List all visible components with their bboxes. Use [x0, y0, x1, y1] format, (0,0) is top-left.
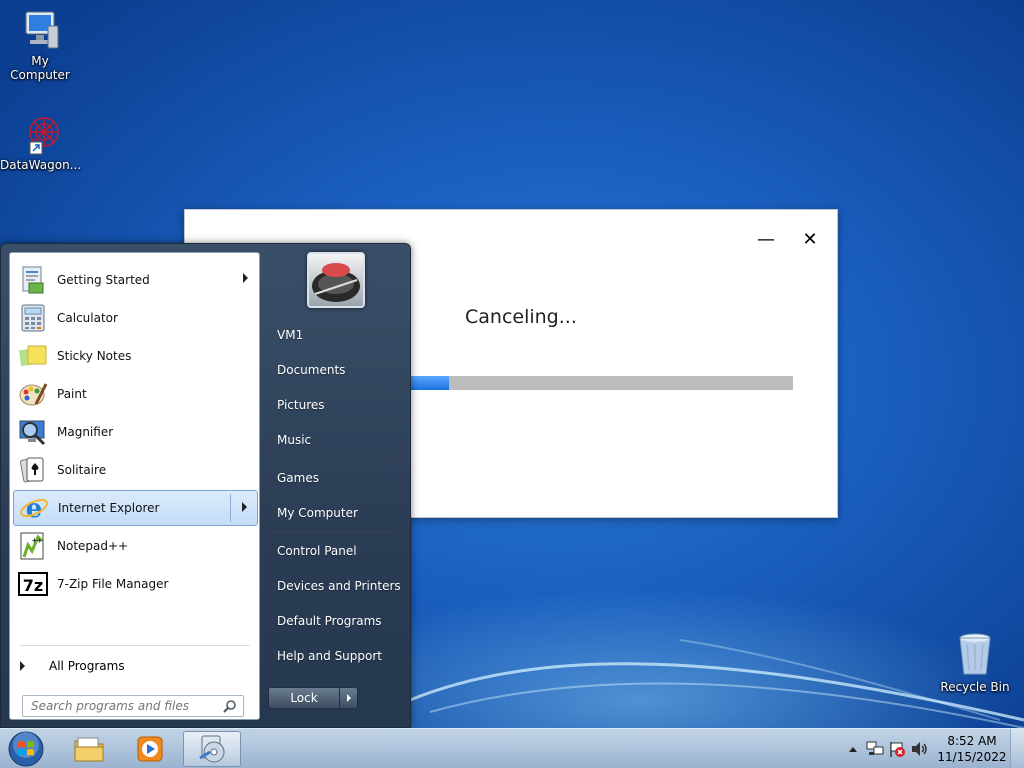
start-search-box[interactable] — [22, 695, 244, 717]
program-label: Solitaire — [57, 463, 107, 477]
start-menu: Getting Started Calculator Sticky Notes … — [0, 243, 411, 728]
minimize-button[interactable]: — — [753, 230, 779, 250]
program-item-sticky-notes[interactable]: Sticky Notes — [13, 338, 258, 374]
program-label: 7-Zip File Manager — [57, 577, 169, 591]
start-item-devices-and-printers[interactable]: Devices and Printers — [269, 572, 403, 600]
program-label: Paint — [57, 387, 87, 401]
getting-started-icon — [16, 264, 50, 296]
clock[interactable]: 8:52 AM 11/15/2022 — [934, 733, 1010, 765]
program-label: Internet Explorer — [58, 501, 160, 515]
paint-icon — [16, 378, 50, 410]
user-avatar[interactable] — [307, 252, 365, 308]
shutdown-options-arrow-icon — [347, 694, 351, 702]
start-item-pictures[interactable]: Pictures — [269, 391, 403, 419]
clock-date: 11/15/2022 — [937, 750, 1007, 764]
desktop-icon-my-computer[interactable]: My Computer — [0, 8, 80, 82]
program-item-internet-explorer[interactable]: e Internet Explorer — [13, 490, 258, 526]
user-picture-icon — [312, 263, 360, 302]
desktop-icon-label: My Computer — [10, 54, 70, 82]
search-icon[interactable] — [223, 699, 237, 713]
volume-icon[interactable] — [908, 739, 930, 759]
calculator-icon — [16, 302, 50, 334]
minimize-icon: — — [757, 229, 775, 250]
installer-icon — [199, 735, 225, 763]
taskbar: 8:52 AM 11/15/2022 — [0, 728, 1024, 768]
taskbar-media-player[interactable] — [121, 731, 179, 767]
all-programs-separator — [20, 645, 250, 646]
desktop-icon-datawagon[interactable]: DataWagon... — [0, 112, 82, 172]
status-text: Canceling... — [465, 306, 577, 328]
sticky-notes-icon — [16, 340, 50, 372]
windows-explorer-icon — [74, 737, 104, 762]
start-item-help-and-support[interactable]: Help and Support — [269, 642, 403, 670]
taskbar-installer[interactable] — [183, 731, 241, 767]
taskbar-windows-explorer[interactable] — [60, 731, 118, 767]
all-programs-arrow-icon — [20, 661, 25, 671]
svg-text:++: ++ — [32, 536, 42, 545]
submenu-arrow-icon[interactable] — [243, 273, 248, 283]
solitaire-icon — [16, 454, 50, 486]
program-label: Sticky Notes — [57, 349, 132, 363]
program-label: Magnifier — [57, 425, 114, 439]
right-pane-separator — [271, 532, 399, 533]
program-item-7-zip[interactable]: 7z 7-Zip File Manager — [13, 566, 258, 602]
search-input[interactable] — [23, 696, 213, 716]
all-programs-button[interactable]: All Programs — [20, 655, 125, 677]
clock-time: 8:52 AM — [947, 734, 997, 748]
my-computer-icon — [25, 11, 59, 49]
start-item-my-computer[interactable]: My Computer — [269, 499, 403, 527]
start-item-music[interactable]: Music — [269, 426, 403, 454]
desktop-icon-label: DataWagon... — [0, 158, 82, 172]
close-button[interactable]: ✕ — [797, 230, 823, 250]
progress-bar-fill — [411, 376, 450, 390]
network-icon[interactable] — [864, 739, 886, 759]
start-button[interactable] — [6, 730, 46, 768]
start-item-games[interactable]: Games — [269, 464, 403, 492]
program-item-calculator[interactable]: Calculator — [13, 300, 258, 336]
internet-explorer-icon: e — [17, 492, 51, 524]
program-label: Getting Started — [57, 273, 150, 287]
show-hidden-icons-icon[interactable] — [842, 739, 864, 759]
program-item-solitaire[interactable]: Solitaire — [13, 452, 258, 488]
program-item-notepad-plus-plus[interactable]: ++ Notepad++ — [13, 528, 258, 564]
program-item-getting-started[interactable]: Getting Started — [13, 262, 258, 298]
seven-zip-icon: 7z — [16, 568, 50, 600]
all-programs-label: All Programs — [49, 659, 125, 673]
program-item-magnifier[interactable]: Magnifier — [13, 414, 258, 450]
desktop-icon-label: Recycle Bin — [940, 680, 1010, 694]
svg-text:7z: 7z — [23, 576, 43, 595]
start-item-default-programs[interactable]: Default Programs — [269, 607, 403, 635]
split-separator — [230, 494, 231, 522]
right-pane-separator — [271, 459, 399, 460]
start-item-documents[interactable]: Documents — [269, 356, 403, 384]
action-center-flag-icon[interactable] — [886, 739, 908, 759]
windows-logo-icon — [8, 731, 44, 767]
notification-area — [842, 729, 930, 768]
media-player-icon — [137, 736, 163, 762]
program-label: Notepad++ — [57, 539, 129, 553]
start-item-control-panel[interactable]: Control Panel — [269, 537, 403, 565]
submenu-arrow-icon[interactable] — [242, 502, 247, 512]
magnifier-icon — [16, 416, 50, 448]
program-item-paint[interactable]: Paint — [13, 376, 258, 412]
close-icon: ✕ — [802, 229, 818, 250]
notepad-plus-plus-icon: ++ — [16, 530, 50, 562]
programs-pane: Getting Started Calculator Sticky Notes … — [9, 252, 260, 720]
start-item-user-folder[interactable]: VM1 — [269, 321, 403, 349]
recycle-bin-icon — [959, 633, 991, 675]
lock-button[interactable]: Lock — [268, 687, 340, 709]
progress-bar — [411, 376, 793, 390]
show-desktop-button[interactable] — [1010, 729, 1024, 768]
program-label: Calculator — [57, 311, 118, 325]
shutdown-options-button[interactable] — [339, 687, 358, 709]
datawagon-icon — [29, 117, 59, 155]
svg-text:e: e — [26, 494, 43, 523]
desktop-icon-recycle-bin[interactable]: Recycle Bin — [935, 630, 1015, 694]
